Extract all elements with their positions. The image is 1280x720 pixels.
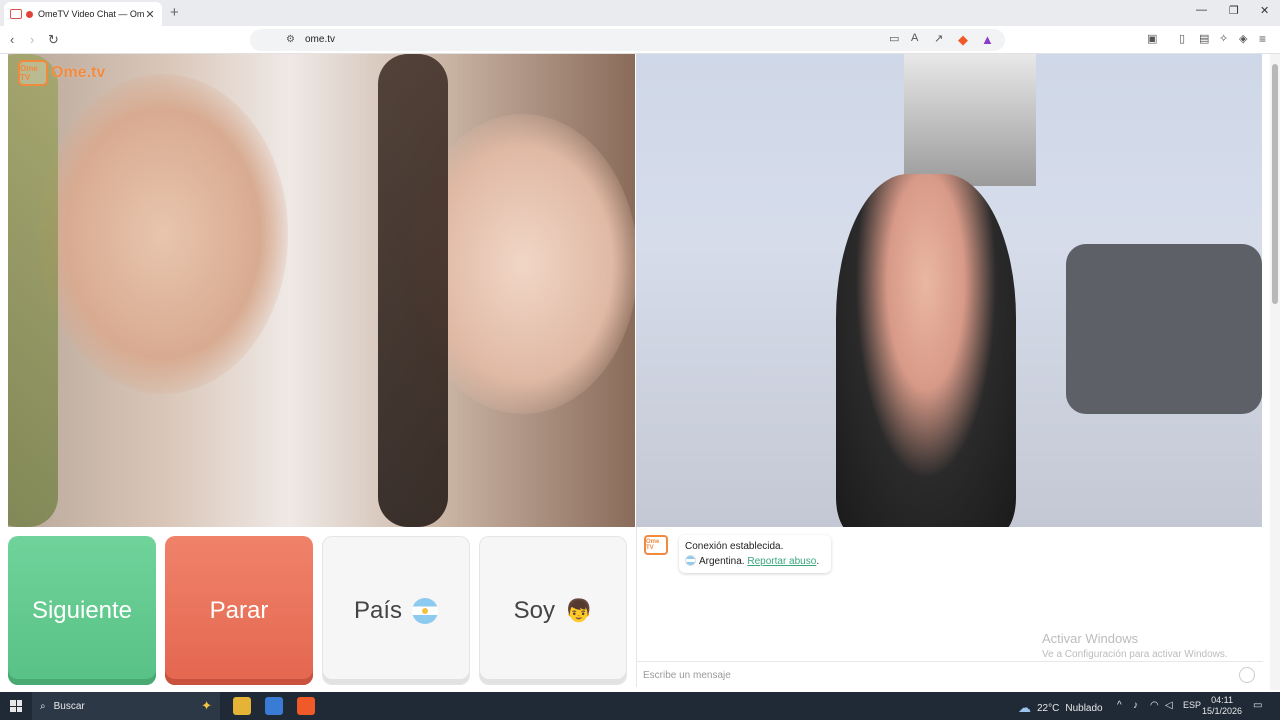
wallet-icon[interactable]: ▤ — [1199, 32, 1209, 45]
person-body — [836, 174, 1016, 527]
bed — [1066, 244, 1262, 414]
brave-rewards-icon[interactable]: ▲ — [981, 32, 994, 47]
sidebar-icon[interactable]: ▯ — [1179, 32, 1185, 45]
message-input[interactable] — [643, 666, 1223, 684]
person-face — [38, 74, 288, 394]
share-icon[interactable]: ↗ — [934, 32, 943, 45]
country-button-label: País — [353, 596, 403, 624]
wall-poster — [904, 54, 1036, 186]
ometv-badge-icon: Ome TV — [18, 60, 48, 86]
extensions-icon[interactable]: ▣ — [1147, 32, 1157, 45]
self-video — [636, 54, 1262, 527]
next-button[interactable]: Siguiente — [8, 536, 156, 685]
volume-icon[interactable]: ◁ — [1165, 700, 1173, 711]
wifi-icon[interactable]: ◠ — [1150, 700, 1159, 711]
browser-tabstrip: OmeTV Video Chat — Omeg ✕ + — ❐ ✕ — [0, 0, 1280, 26]
watermark-subtitle: Ve a Configuración para activar Windows. — [1042, 649, 1228, 660]
partner-country: Argentina. — [699, 556, 745, 567]
message-bar — [637, 661, 1263, 687]
cloud-icon: ☁ — [1018, 700, 1031, 715]
new-tab-button[interactable]: + — [170, 4, 179, 21]
page-scrollbar[interactable] — [1270, 54, 1280, 690]
stop-button-label: Parar — [209, 596, 269, 624]
notifications-icon[interactable]: ▭ — [1253, 700, 1262, 711]
minimize-button[interactable]: — — [1196, 4, 1207, 16]
reload-icon[interactable]: ↻ — [48, 32, 59, 48]
argentina-flag-icon — [412, 597, 439, 624]
clock-time: 04:11 — [1211, 695, 1233, 705]
ometv-favicon-icon — [10, 9, 22, 19]
back-icon[interactable]: ‹ — [10, 32, 14, 47]
weather-temp: 22°C — [1037, 702, 1060, 714]
report-abuse-link[interactable]: Reportar abuso — [747, 556, 816, 567]
ometv-logo[interactable]: Ome TV Ome.tv — [18, 60, 105, 86]
green-hair — [8, 54, 58, 527]
country-filter-button[interactable]: País — [322, 536, 470, 685]
watermark-title: Activar Windows — [1042, 631, 1139, 646]
sparkle-icon: ✦ — [201, 698, 212, 713]
boy-emoji-icon: 👦 — [564, 597, 593, 623]
system-clock[interactable]: 04:11 15/1/2026 — [1202, 695, 1242, 717]
windows-activation-watermark: Activar Windows Ve a Configuración para … — [1042, 631, 1228, 660]
search-label: Buscar — [53, 700, 85, 712]
chevron-up-icon[interactable]: ^ — [1117, 700, 1122, 711]
forward-icon[interactable]: › — [30, 32, 34, 47]
tab-title: OmeTV Video Chat — Omeg — [38, 9, 144, 19]
connection-status: Conexión establecida. — [685, 541, 784, 552]
ometv-logo-text: Ome.tv — [51, 64, 106, 81]
emoji-picker-icon[interactable] — [1239, 667, 1255, 683]
stop-button[interactable]: Parar — [165, 536, 313, 685]
browser-toolbar: ‹ › ↻ ⚐ ⚙ ome.tv ▭ A ↗ ◆ ▲ ▣ ▯ ▤ ✧ ◈ ≡ — [0, 26, 1280, 54]
brave-shield-icon[interactable]: ◆ — [958, 32, 968, 48]
weather-desc: Nublado — [1065, 702, 1103, 714]
me-button-label: Soy — [513, 596, 555, 624]
dark-hair — [378, 54, 448, 527]
gender-select-button[interactable]: Soy 👦 — [479, 536, 627, 685]
clock-date: 15/1/2026 — [1202, 706, 1243, 716]
close-window-button[interactable]: ✕ — [1260, 4, 1269, 17]
windows-start-icon[interactable] — [10, 700, 22, 712]
browser-tab-ometv[interactable]: OmeTV Video Chat — Omeg ✕ — [4, 2, 162, 26]
search-icon: ⌕ — [40, 700, 46, 712]
store-icon[interactable] — [265, 697, 283, 715]
taskbar-search[interactable]: ⌕ Buscar ✦ — [32, 692, 220, 720]
partner-country-line: Argentina. Reportar abuso. — [685, 554, 825, 569]
language-indicator[interactable]: ESP — [1183, 700, 1201, 710]
vpn-icon[interactable]: ◈ — [1239, 32, 1247, 45]
tab-close-icon[interactable]: ✕ — [144, 8, 156, 21]
microphone-icon[interactable]: ♪ — [1133, 700, 1138, 711]
maximize-button[interactable]: ❐ — [1229, 4, 1239, 17]
menu-icon[interactable]: ≡ — [1259, 32, 1266, 46]
cast-icon[interactable]: ▭ — [889, 32, 899, 45]
weather-widget[interactable]: ☁ 22°C Nublado — [1018, 700, 1103, 716]
brave-browser-icon[interactable] — [297, 697, 315, 715]
chat-panel: Ome TV Conexión establecida. Argentina. … — [636, 527, 1263, 687]
system-message: Conexión establecida. Argentina. Reporta… — [679, 535, 831, 573]
site-info-icon[interactable]: ⚙ — [286, 34, 295, 45]
windows-taskbar: ⌕ Buscar ✦ ☁ 22°C Nublado ^ ♪ ◠ ◁ ESP 04… — [0, 692, 1280, 720]
next-button-label: Siguiente — [31, 596, 133, 624]
stranger-video: Ome TV Ome.tv — [8, 54, 635, 527]
translate-icon[interactable]: A — [911, 32, 918, 44]
ometv-chat-icon: Ome TV — [644, 535, 668, 555]
argentina-flag-icon — [685, 555, 696, 566]
leo-ai-icon[interactable]: ✧ — [1219, 32, 1228, 45]
recording-indicator-icon — [26, 10, 33, 18]
file-explorer-icon[interactable] — [233, 697, 251, 715]
url-text[interactable]: ome.tv — [305, 34, 335, 45]
scrollbar-thumb[interactable] — [1272, 64, 1278, 304]
